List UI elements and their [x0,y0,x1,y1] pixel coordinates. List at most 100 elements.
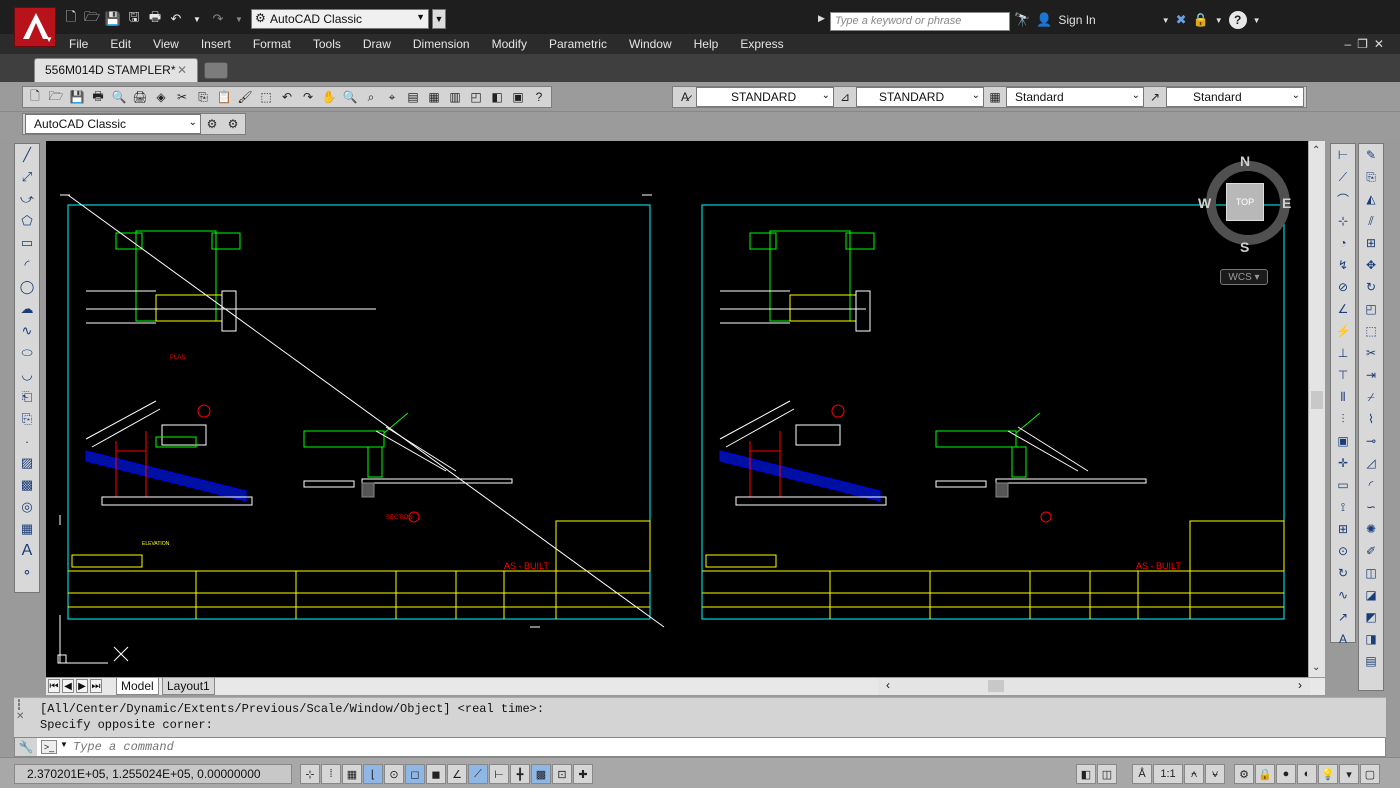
previous-layout-icon[interactable]: ◀ [62,679,74,693]
tab-model[interactable]: Model [116,678,159,695]
multileader-style-icon[interactable]: ↗ [1145,87,1165,107]
first-layout-icon[interactable]: ⏮ [48,679,60,693]
dim-text-edit-icon[interactable]: ⊙ [1331,540,1355,562]
menu-help[interactable]: Help [683,37,730,51]
menu-dimension[interactable]: Dimension [402,37,481,51]
trim-icon[interactable]: ✂ [1359,342,1383,364]
3d-object-snap-icon[interactable]: ◼ [426,764,446,784]
dim-style-icon[interactable]: ⊿ [835,87,855,107]
chamfer-icon[interactable]: ◿ [1359,452,1383,474]
viewcube[interactable]: TOP N S E W WCS ▾ [1196,151,1306,291]
hardware-acceleration-icon[interactable]: ● [1276,764,1296,784]
angular-icon[interactable]: ∠ [1331,298,1355,320]
diameter-icon[interactable]: ⊘ [1331,276,1355,298]
quick-properties-icon[interactable]: ⊡ [552,764,572,784]
dim-update-icon[interactable]: ↻ [1331,562,1355,584]
offset-icon[interactable]: ⫽ [1359,210,1383,232]
user-icon[interactable]: 👤 [1036,12,1052,28]
grid-display-icon[interactable]: ▦ [342,764,362,784]
workspace-switcher[interactable]: ⚙ AutoCAD Classic ▼ [251,9,429,29]
chevron-down-icon[interactable]: ▼ [60,740,68,749]
open-icon[interactable]: 🗁 [46,87,66,107]
menu-draw[interactable]: Draw [352,37,402,51]
arc-icon[interactable]: ◜ [15,254,39,276]
break-icon[interactable]: ⌇ [1359,408,1383,430]
lock-icon[interactable]: 🔒 [1255,764,1275,784]
object-snap-tracking-icon[interactable]: ∠ [447,764,467,784]
stay-connected-icon[interactable]: 🔒 [1193,12,1209,28]
quickcalc-icon[interactable]: ▣ [508,87,528,107]
dimension-space-icon[interactable]: ⫴ [1331,386,1355,408]
inspection-icon[interactable]: ▭ [1331,474,1355,496]
copy-icon[interactable]: ⎘ [193,87,213,107]
redo-icon[interactable]: ↷ [209,10,227,28]
isolate-objects-icon[interactable]: ◐ [1297,764,1317,784]
last-layout-icon[interactable]: ⏭ [90,679,102,693]
wcs-menu[interactable]: WCS ▾ [1220,269,1268,285]
compass-west[interactable]: W [1198,195,1211,211]
menu-parametric[interactable]: Parametric [538,37,618,51]
undo-dropdown-icon[interactable]: ▼ [188,10,206,28]
chevron-down-icon[interactable]: ▼ [1162,16,1170,25]
menu-window[interactable]: Window [618,37,683,51]
command-prompt-icon[interactable]: >_ [41,740,57,754]
scroll-thumb[interactable] [1311,391,1323,409]
radius-icon[interactable]: ◔ [1331,232,1355,254]
model-space-icon[interactable]: ◧ [1076,764,1096,784]
menu-modify[interactable]: Modify [481,37,538,51]
move-icon[interactable]: ✥ [1359,254,1383,276]
infer-constraints-icon[interactable]: ⊹ [300,764,320,784]
center-mark-icon[interactable]: ✛ [1331,452,1355,474]
ellipse-icon[interactable]: ⬭ [15,342,39,364]
rectangle-icon[interactable]: ▭ [15,232,39,254]
command-input[interactable] [71,739,1371,755]
text-icon[interactable]: A [1331,628,1355,650]
document-window-controls[interactable]: –❐✕ [1345,37,1391,51]
rotate-icon[interactable]: ↻ [1359,276,1383,298]
jogged-icon[interactable]: ↯ [1331,254,1355,276]
customize-qat-button[interactable]: ▼ [432,9,446,29]
table-style-icon[interactable]: ▦ [985,87,1005,107]
auto-scale-icon[interactable]: ⍱ [1205,764,1225,784]
menu-format[interactable]: Format [242,37,302,51]
annotation-scale-icon[interactable]: Å [1132,764,1152,784]
dynamic-ucs-icon[interactable]: ⟋ [468,764,488,784]
expand-search-icon[interactable]: ▶ [818,13,825,24]
aligned-dimension-icon[interactable]: ⟋ [1331,166,1355,188]
dimension-break-icon[interactable]: ⫶ [1331,408,1355,430]
scroll-up-icon[interactable]: ⌃ [1312,145,1320,156]
linear-dimension-icon[interactable]: ⊢ [1331,144,1355,166]
copy-object-icon[interactable]: ⎘ [1359,166,1383,188]
coordinate-readout[interactable]: 2.370201E+05, 1.255024E+05, 0.00000000 [14,764,292,784]
gradient-icon[interactable]: ▩ [15,474,39,496]
compass-south[interactable]: S [1240,239,1249,255]
circle-icon[interactable]: ◯ [15,276,39,298]
redo-dropdown-icon[interactable]: ▼ [230,10,248,28]
multileader-style-select[interactable]: Standard ⌄ [1166,87,1304,107]
wrench-icon[interactable]: 🔧 [15,738,37,756]
quick-dimension-icon[interactable]: ⚡ [1331,320,1355,342]
tool-palettes-icon[interactable]: ▥ [445,87,465,107]
construction-line-icon[interactable]: ⤢ [15,166,39,188]
block-editor-icon[interactable]: ⬚ [256,87,276,107]
polar-tracking-icon[interactable]: ⊙ [384,764,404,784]
undo-icon[interactable]: ↶ [277,87,297,107]
sign-in-link[interactable]: Sign In [1058,13,1095,27]
leader-icon[interactable]: ↗ [1331,606,1355,628]
stretch-icon[interactable]: ⬚ [1359,320,1383,342]
vertical-scrollbar[interactable]: ⌃ ⌄ [1308,141,1325,677]
plot-icon[interactable]: 🖶 [88,87,108,107]
ellipse-arc-icon[interactable]: ◡ [15,364,39,386]
pan-icon[interactable]: ✋ [319,87,339,107]
point-icon[interactable]: · [15,430,39,452]
horizontal-scrollbar[interactable]: ‹ › [878,678,1310,695]
ortho-mode-icon[interactable]: ⌊ [363,764,383,784]
menu-express[interactable]: Express [729,37,794,51]
layer-states-icon[interactable]: ◩ [1359,606,1383,628]
blend-icon[interactable]: ∽ [1359,496,1383,518]
save-as-icon[interactable]: 🖫 [125,9,143,28]
scroll-left-icon[interactable]: ‹ [886,678,890,692]
menu-file[interactable]: File [58,37,99,51]
transparency-icon[interactable]: ▩ [531,764,551,784]
table-icon[interactable]: ▦ [15,518,39,540]
